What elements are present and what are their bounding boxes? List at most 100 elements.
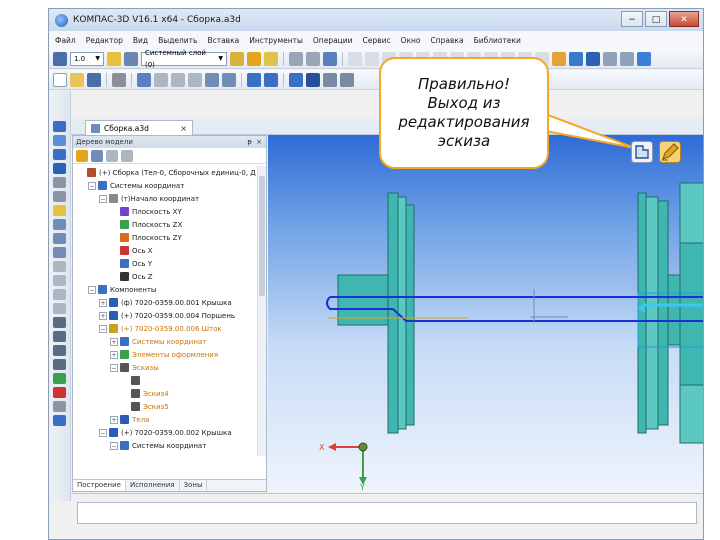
compact-tool-5-icon[interactable] — [53, 177, 66, 188]
print-icon[interactable] — [112, 72, 126, 87]
document-tab[interactable]: Сборка.a3d × — [85, 120, 193, 135]
tree-item[interactable]: Ось Y — [110, 257, 152, 270]
tree-item[interactable]: (+) Сборка (Тел-0, Сборочных единиц-0, Д — [77, 166, 256, 179]
collapse-icon[interactable]: − — [99, 428, 107, 437]
shaded-icon[interactable] — [569, 51, 583, 66]
compact-tool-20-icon[interactable] — [53, 387, 66, 398]
tree-item[interactable]: + Системы координат — [110, 335, 206, 348]
ortho-icon[interactable] — [306, 51, 320, 66]
tree-item[interactable]: Плоскость ZY — [110, 231, 182, 244]
local-cs-icon[interactable] — [53, 51, 67, 66]
copy-icon[interactable] — [171, 72, 185, 87]
render-mode-icon[interactable] — [552, 51, 566, 66]
compact-tool-9-icon[interactable] — [53, 233, 66, 244]
menu-tools[interactable]: Инструменты — [249, 36, 303, 45]
compact-tool-19-icon[interactable] — [53, 373, 66, 384]
menu-select[interactable]: Выделить — [158, 36, 197, 45]
tree-item[interactable]: − (+) 7020-0359.00.002 Крышка — [99, 426, 232, 439]
tree-scrollbar[interactable] — [257, 166, 266, 456]
tree-structure-icon[interactable] — [91, 149, 103, 162]
library-icon[interactable] — [323, 72, 337, 87]
collapse-icon[interactable]: − — [88, 285, 96, 294]
tree-item[interactable]: Плоскость XY — [110, 205, 182, 218]
scale-combo[interactable]: 1.0 ▼ — [70, 51, 104, 66]
tree-item[interactable]: Эскиз5 — [121, 400, 169, 413]
scale-icon[interactable] — [107, 51, 121, 66]
menu-view[interactable]: Вид — [133, 36, 148, 45]
tree-item[interactable]: + (+) 7020-0359.00.004 Поршень — [99, 309, 235, 322]
compact-tool-2-icon[interactable] — [53, 135, 66, 146]
expand-icon[interactable]: + — [110, 337, 118, 346]
collapse-icon[interactable]: − — [99, 324, 107, 333]
compact-tool-22-icon[interactable] — [53, 415, 66, 426]
tree-item[interactable] — [121, 374, 143, 387]
collapse-icon[interactable]: − — [99, 194, 107, 203]
tree-item[interactable]: + Элементы оформления — [110, 348, 218, 361]
menu-operations[interactable]: Операции — [313, 36, 353, 45]
properties-field[interactable] — [77, 502, 697, 524]
compact-tool-17-icon[interactable] — [53, 345, 66, 356]
collapse-icon[interactable]: − — [110, 441, 118, 450]
zoom-icon[interactable] — [323, 51, 337, 66]
maximize-button[interactable]: □ — [645, 11, 667, 27]
tree-scroll-thumb[interactable] — [259, 176, 265, 296]
constraint-icon[interactable] — [264, 51, 278, 66]
save-icon[interactable] — [87, 72, 101, 87]
menu-file[interactable]: Файл — [55, 36, 76, 45]
menu-window[interactable]: Окно — [401, 36, 421, 45]
compact-tool-7-icon[interactable] — [53, 205, 66, 216]
view-b-icon[interactable] — [365, 51, 379, 66]
close-button[interactable]: ✕ — [669, 11, 699, 27]
compact-tool-21-icon[interactable] — [53, 401, 66, 412]
cut-icon[interactable] — [154, 72, 168, 87]
compact-tool-14-icon[interactable] — [53, 303, 66, 314]
tree-item[interactable]: − Компоненты — [88, 283, 156, 296]
compact-tool-18-icon[interactable] — [53, 359, 66, 370]
format-painter-icon[interactable] — [205, 72, 219, 87]
layer-icon[interactable] — [124, 51, 138, 66]
3d-viewport[interactable]: X Y — [268, 135, 703, 492]
compact-tool-13-icon[interactable] — [53, 289, 66, 300]
tree-view-icon[interactable] — [76, 149, 88, 162]
compact-tool-15-icon[interactable] — [53, 317, 66, 328]
close-tab-icon[interactable]: × — [180, 124, 187, 133]
layer-combo[interactable]: Системный слой (0) ▼ — [141, 49, 227, 69]
view-a-icon[interactable] — [348, 51, 362, 66]
tab-executions[interactable]: Исполнения — [126, 480, 180, 491]
expand-icon[interactable]: + — [99, 311, 107, 320]
compact-tool-11-icon[interactable] — [53, 261, 66, 272]
manager-icon[interactable] — [289, 72, 303, 87]
perspective-icon[interactable] — [637, 51, 651, 66]
new-file-icon[interactable] — [53, 72, 67, 87]
open-folder-icon[interactable] — [70, 72, 84, 87]
tree-options-icon[interactable] — [121, 149, 133, 162]
tree-item[interactable]: − Системы координат — [110, 439, 206, 452]
menu-edit[interactable]: Редактор — [86, 36, 123, 45]
filter-a-icon[interactable] — [603, 51, 617, 66]
menu-insert[interactable]: Вставка — [207, 36, 239, 45]
tab-zones[interactable]: Зоны — [180, 480, 208, 491]
tree-item[interactable]: + Тела — [110, 413, 149, 426]
tree-item[interactable]: Эскиз4 — [121, 387, 169, 400]
tab-construction[interactable]: Построение — [73, 480, 126, 491]
compact-tool-12-icon[interactable] — [53, 275, 66, 286]
collapse-icon[interactable]: − — [110, 363, 118, 372]
expand-icon[interactable]: + — [110, 415, 118, 424]
close-panel-icon[interactable]: × — [256, 136, 262, 148]
tree-item[interactable]: Плоскость ZX — [110, 218, 182, 231]
tree-item[interactable]: + (ф) 7020-0359.00.001 Крышка — [99, 296, 232, 309]
redo-icon[interactable] — [264, 72, 278, 87]
expand-icon[interactable]: + — [99, 298, 107, 307]
tree-item[interactable]: − (т)Начало координат — [99, 192, 199, 205]
filter-b-icon[interactable] — [620, 51, 634, 66]
sketch-edit-icon[interactable] — [659, 141, 681, 163]
paste-icon[interactable] — [188, 72, 202, 87]
tree-item[interactable]: Ось X — [110, 244, 153, 257]
compact-tool-3-icon[interactable] — [53, 149, 66, 160]
grid-icon[interactable] — [289, 51, 303, 66]
compact-tool-6-icon[interactable] — [53, 191, 66, 202]
preview-icon[interactable] — [137, 72, 151, 87]
layer-state-icon[interactable] — [230, 51, 244, 66]
pin-icon[interactable]: ᵽ — [247, 136, 252, 148]
snap-icon[interactable] — [247, 51, 261, 66]
